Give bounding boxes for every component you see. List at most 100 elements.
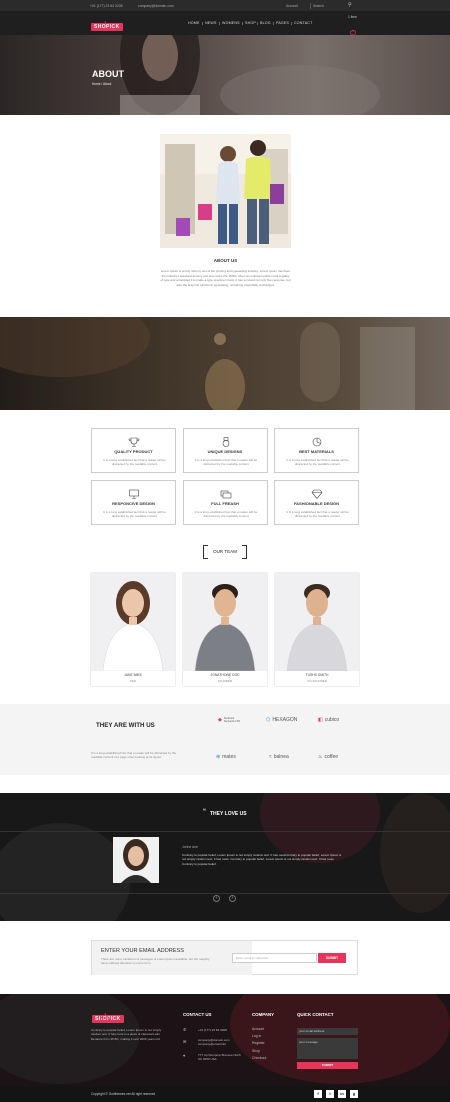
feature-card: BEST MATERIALS It is a long established f…	[274, 428, 359, 473]
brand-mark-icon: ⊛	[216, 754, 221, 760]
feature-title: QUALITY PRODUCT	[114, 449, 153, 454]
quote-icon: “	[203, 809, 206, 815]
feature-card: UNIQUE DESIGNS It is a long established f…	[182, 428, 268, 473]
feature-desc: It is a long established fact that a rea…	[286, 458, 349, 467]
brand-mark-icon: ♨	[318, 754, 323, 760]
nav-item-shop[interactable]: SHOP	[245, 21, 256, 25]
brand-logo[interactable]: ≈ balnea	[269, 754, 289, 760]
newsletter-email-input[interactable]: Enter email to subscribe	[232, 953, 317, 963]
team-card[interactable]: JANE MIKE CEO	[91, 573, 175, 686]
team-photo	[91, 573, 175, 671]
company-link[interactable]: Account	[252, 1027, 264, 1031]
nav-item-pages[interactable]: PAGES	[276, 21, 289, 25]
team-photo	[183, 573, 267, 671]
partners-text: It is a long established fact that a rea…	[91, 751, 177, 760]
feature-title: RESPONCIVE DESIGN	[112, 501, 155, 506]
windows-icon	[220, 486, 232, 499]
quick-message-textarea[interactable]: your message	[297, 1038, 358, 1059]
testimonial-text: Contrary to popular belief, Lorem Ipsum …	[182, 853, 342, 866]
next-arrow-button[interactable]: ›	[229, 895, 236, 902]
subscribe-button[interactable]: SUBMIT	[318, 953, 346, 963]
brand-mark-icon: ≈	[269, 754, 272, 760]
pie-chart-icon	[311, 434, 323, 447]
brand-logo[interactable]: ◆ Sunburst Semantic LTD	[218, 717, 242, 723]
footer-quick-title: QUICK CONTACT	[297, 1012, 334, 1017]
nav-divider	[242, 21, 243, 25]
team-name: JONATHONE DOE	[210, 673, 240, 677]
email-text[interactable]: company@domain.com	[138, 4, 174, 8]
feature-desc: It is a long established fact that a rea…	[103, 510, 166, 519]
brand-mark-icon: ◆	[218, 717, 222, 723]
facebook-icon[interactable]: f	[314, 1090, 322, 1098]
brand-name: mates	[222, 754, 236, 760]
site-logo[interactable]: SHOPICK	[91, 23, 123, 31]
team-card[interactable]: TUSHS SMITH CO-FAUNDER	[275, 573, 359, 686]
nav-divider	[273, 21, 274, 25]
feature-card: FASHIONABLE DESIGN It is a long establish…	[274, 480, 359, 525]
feature-desc: It is a long established fact that a rea…	[286, 510, 349, 519]
team-name: TUSHS SMITH	[305, 673, 329, 677]
company-link[interactable]: Shop	[252, 1049, 260, 1053]
nav-item-home[interactable]: HOME	[188, 21, 200, 25]
brand-name: balnea	[273, 754, 289, 760]
location-icon: ⌖	[183, 1053, 186, 1058]
feature-desc: It is a long established fact that a rea…	[194, 458, 258, 467]
brand-name: cubico	[324, 717, 340, 723]
diamond-icon	[311, 486, 323, 499]
nav-item-womens[interactable]: WOMENS	[222, 21, 240, 25]
feature-card: QUALITY PRODUCT It is a long established …	[91, 428, 176, 473]
feature-title: FASHIONABLE DESIGN	[293, 501, 340, 506]
page-hero: ABOUT Home / About	[0, 35, 450, 115]
parallax-banner	[0, 317, 450, 410]
mail-icon: ✉	[183, 1039, 187, 1044]
quick-send-button[interactable]: SUBMIT	[297, 1062, 358, 1069]
feature-card: RESPONCIVE DESIGN It is a long establishe…	[91, 480, 176, 525]
medal-icon	[220, 434, 232, 447]
company-link[interactable]: Checkout	[252, 1056, 266, 1060]
nav-divider	[291, 21, 292, 25]
brand-mark-icon: ⬡	[266, 717, 271, 723]
brand-logo[interactable]: ⬡ HEXAGON	[266, 717, 297, 723]
cart-icon[interactable]	[350, 22, 356, 35]
testimonial-avatar	[113, 837, 159, 883]
brand-name: coffee	[324, 754, 339, 760]
twitter-icon[interactable]: t	[326, 1090, 334, 1098]
feature-title: FULL FREASH	[211, 501, 239, 506]
breadcrumb[interactable]: Home / About	[92, 82, 111, 86]
phone-text: +01 (177) 23 84 0208	[90, 3, 123, 8]
about-text: Lorem ipsum is simply dummy text of the …	[160, 269, 291, 287]
nav-item-news[interactable]: NEWS	[205, 21, 217, 25]
company-link[interactable]: Log in	[252, 1034, 261, 1038]
account-link[interactable]: Account	[286, 4, 298, 8]
footer-hanger-icon	[99, 1006, 111, 1019]
footer-address: 777 Up Dumpure Brescoe North SC 0050 USA	[198, 1053, 241, 1062]
footer-company-title: COMPANY	[252, 1012, 275, 1017]
nav-item-blog[interactable]: BLOG	[260, 21, 271, 25]
hanger-icon	[99, 14, 111, 27]
team-role: CO-FAUNDER	[307, 679, 327, 683]
brand-logo[interactable]: ◧ cubico	[318, 717, 339, 723]
nav-divider	[257, 21, 258, 25]
footer-phone: +01 (177) 23 84 0208	[198, 1028, 227, 1032]
team-role: FAUNDER	[217, 679, 233, 683]
cart-count[interactable]: 1 Item	[348, 15, 357, 19]
company-link[interactable]: Register	[252, 1041, 265, 1045]
feature-desc: It is a long established fact that a rea…	[194, 510, 258, 519]
top-bar: +01 (177) 23 84 0208 company@domain.com …	[0, 0, 450, 11]
footer-email[interactable]: company@domain.com company@email.info	[198, 1038, 248, 1047]
quick-email-input[interactable]: your email address	[297, 1028, 358, 1035]
prev-arrow-button[interactable]: ‹	[213, 895, 220, 902]
google-icon[interactable]: g	[350, 1090, 358, 1098]
team-card[interactable]: JONATHONE DOE FAUNDER	[183, 573, 267, 686]
search-icon[interactable]: ⚲	[348, 2, 352, 8]
footer-contact-title: CONTACT US	[183, 1012, 212, 1017]
brand-logo[interactable]: ♨ coffee	[318, 754, 338, 760]
page-title: ABOUT	[92, 69, 124, 79]
newsletter-title: ENTER YOUR EMAIL ADDRESS	[101, 948, 184, 954]
copyright-bar	[0, 1086, 450, 1102]
brand-logo[interactable]: ⊛ mates	[216, 754, 236, 760]
linkedin-icon[interactable]: in	[338, 1090, 346, 1098]
newsletter-box: ENTER YOUR EMAIL ADDRESS There are many …	[91, 940, 358, 975]
nav-item-contact[interactable]: CONTACT	[294, 21, 313, 25]
feature-title: UNIQUE DESIGNS	[207, 449, 243, 454]
